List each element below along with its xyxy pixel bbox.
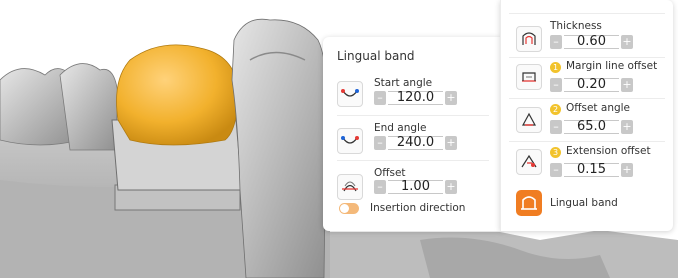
offset-icon — [337, 174, 363, 200]
margin-line-offset-value[interactable]: 0.20 — [564, 78, 619, 92]
start-angle-icon — [337, 81, 363, 107]
end-angle-label: End angle — [374, 122, 427, 134]
offset-angle-stepper: – 65.0 + — [550, 120, 633, 134]
offset-stepper: – 1.00 + — [374, 180, 457, 194]
offset-angle-label: Offset angle — [566, 102, 631, 114]
extension-offset-stepper: – 0.15 + — [550, 163, 633, 177]
insertion-direction-toggle[interactable] — [339, 203, 359, 214]
end-angle-increment-button[interactable]: + — [445, 136, 457, 150]
lingual-band-icon — [521, 196, 537, 210]
lingual-band-panel: Lingual band Start angle – 120.0 + End a… — [323, 37, 501, 231]
step-badge-1: 1 — [550, 62, 561, 73]
margin-line-offset-increment-button[interactable]: + — [621, 78, 633, 92]
end-angle-icon — [337, 128, 363, 154]
offset-decrement-button[interactable]: – — [374, 180, 386, 194]
margin-line-offset-icon — [516, 64, 542, 90]
insertion-direction-label: Insertion direction — [370, 202, 466, 214]
panel-title: Lingual band — [337, 49, 415, 63]
extension-offset-label: Extension offset — [566, 145, 651, 157]
extension-offset-decrement-button[interactable]: – — [550, 163, 562, 177]
band-settings-panel: Thickness – 0.60 + 1 Margin line offset … — [500, 0, 673, 231]
lingual-band-action-label[interactable]: Lingual band — [550, 197, 618, 209]
extension-offset-value[interactable]: 0.15 — [564, 163, 619, 177]
end-angle-decrement-button[interactable]: – — [374, 136, 386, 150]
start-angle-increment-button[interactable]: + — [445, 91, 457, 105]
start-angle-decrement-button[interactable]: – — [374, 91, 386, 105]
divider — [337, 160, 489, 161]
start-angle-value[interactable]: 120.0 — [388, 91, 443, 105]
tooth-left-2 — [59, 63, 119, 151]
step-badge-2: 2 — [550, 104, 561, 115]
margin-line-offset-stepper: – 0.20 + — [550, 78, 633, 92]
divider — [509, 57, 665, 58]
divider — [509, 13, 665, 14]
thickness-icon — [516, 26, 542, 52]
start-angle-label: Start angle — [374, 77, 433, 89]
end-angle-stepper: – 240.0 + — [374, 136, 457, 150]
offset-increment-button[interactable]: + — [445, 180, 457, 194]
margin-line-offset-label: Margin line offset — [566, 60, 658, 72]
extension-offset-increment-button[interactable]: + — [621, 163, 633, 177]
start-angle-stepper: – 120.0 + — [374, 91, 457, 105]
offset-angle-decrement-button[interactable]: – — [550, 120, 562, 134]
end-angle-value[interactable]: 240.0 — [388, 136, 443, 150]
thickness-decrement-button[interactable]: – — [550, 35, 562, 49]
thickness-label: Thickness — [550, 20, 602, 32]
extension-offset-icon — [516, 149, 542, 175]
margin-line-offset-decrement-button[interactable]: – — [550, 78, 562, 92]
thickness-stepper: – 0.60 + — [550, 35, 633, 49]
divider — [337, 115, 489, 116]
divider — [509, 98, 665, 99]
offset-angle-value[interactable]: 65.0 — [564, 120, 619, 134]
offset-angle-icon — [516, 107, 542, 133]
tooth-right-1 — [231, 18, 327, 278]
offset-angle-increment-button[interactable]: + — [621, 120, 633, 134]
crown — [116, 44, 239, 146]
thickness-value[interactable]: 0.60 — [564, 35, 619, 49]
offset-label: Offset — [374, 167, 406, 179]
step-badge-3: 3 — [550, 147, 561, 158]
divider — [509, 141, 665, 142]
lingual-band-button[interactable] — [516, 190, 542, 216]
offset-value[interactable]: 1.00 — [388, 180, 443, 194]
thickness-increment-button[interactable]: + — [621, 35, 633, 49]
